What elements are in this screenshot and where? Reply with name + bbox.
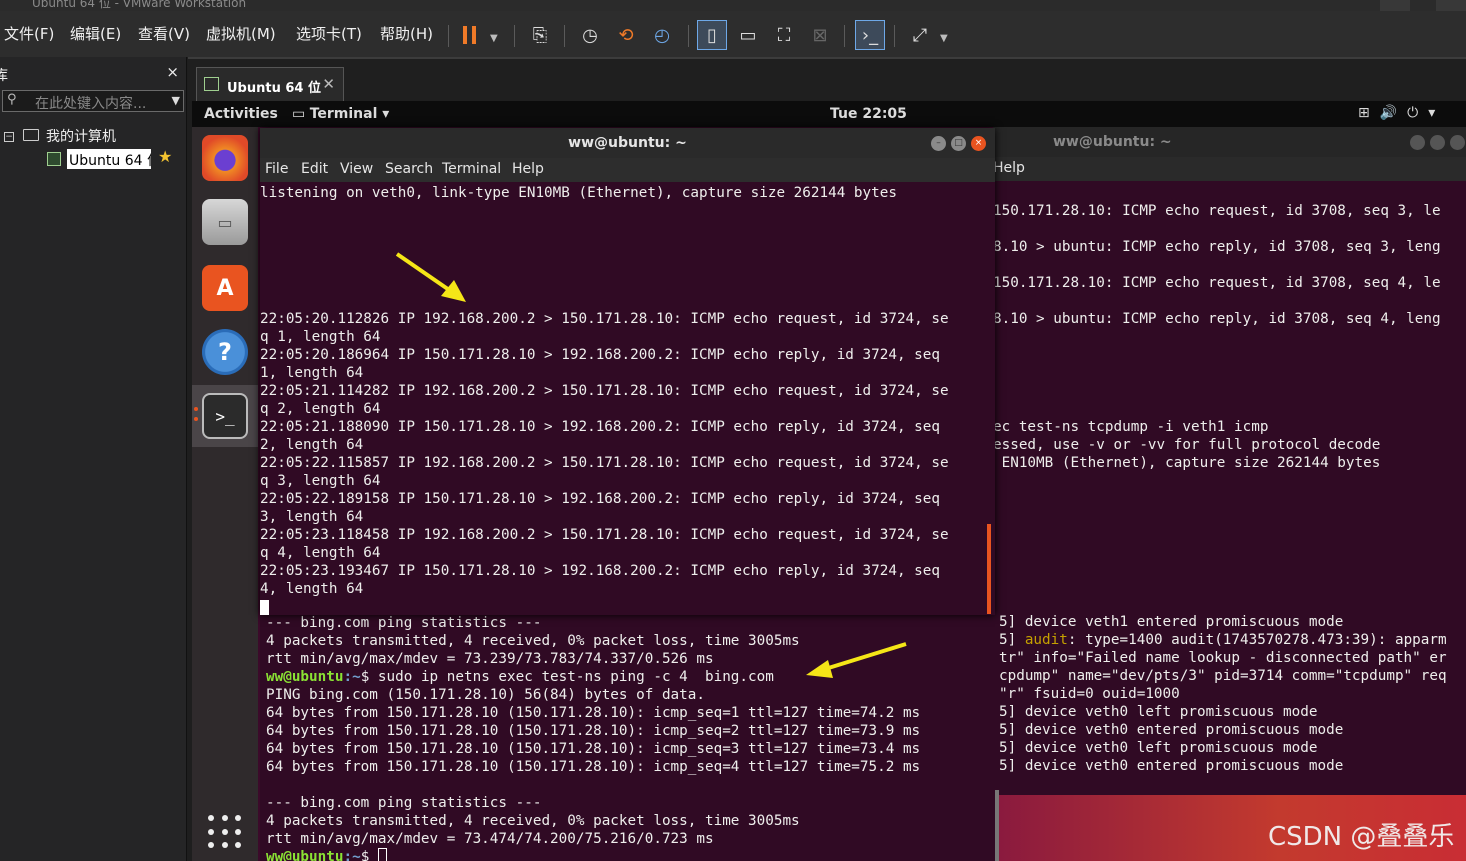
annotation-arrow [395,252,466,302]
watermark: CSDN @叠叠乐 [1268,822,1455,852]
annotation-arrow [806,642,907,678]
annotation-overlay [395,252,907,678]
screen: Ubuntu 64 位 - VMware Workstation 文件(F) 编… [0,0,1466,861]
